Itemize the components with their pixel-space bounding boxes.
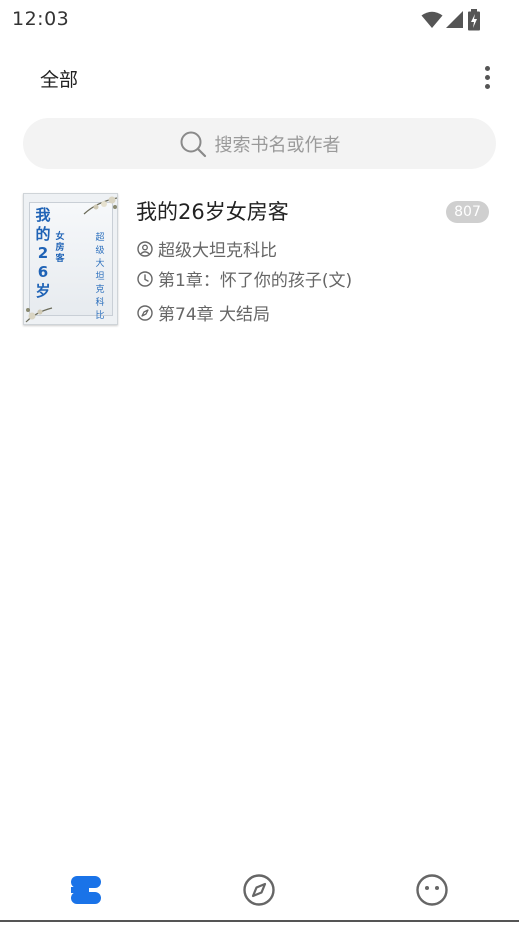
book-author: 超级大坦克科比: [158, 241, 277, 261]
face-icon: [416, 874, 448, 906]
toolbar: 全部: [0, 48, 519, 106]
book-cover: 我的26岁 女房客 超级大坦克科比: [23, 193, 118, 325]
nav-bookshelf[interactable]: [66, 870, 106, 910]
status-icons: [421, 9, 481, 31]
group-title[interactable]: 全部: [40, 65, 78, 92]
bottom-divider: [0, 920, 519, 922]
last-read-row: 第1章：怀了你的孩子(文): [137, 266, 352, 291]
bottom-navigation: [0, 852, 519, 925]
nav-discover[interactable]: [239, 870, 279, 910]
latest-chapter-row: 第74章 大结局: [137, 300, 270, 325]
bookshelf-icon: [71, 876, 101, 904]
search-input[interactable]: 搜索书名或作者: [23, 118, 496, 169]
cover-title: 我的26岁: [35, 206, 51, 300]
cover-author: 超级大坦克科比: [95, 233, 105, 321]
book-title: 我的26岁女房客: [136, 200, 289, 224]
latest-chapter: 第74章 大结局: [158, 305, 271, 325]
more-vertical-icon[interactable]: [474, 60, 500, 94]
unread-count-badge: 807: [446, 201, 489, 223]
search-placeholder: 搜索书名或作者: [214, 134, 341, 156]
cover-flower-decoration: [25, 307, 53, 323]
battery-icon: [468, 9, 480, 31]
cover-flower-decoration: [83, 196, 117, 215]
person-icon: [137, 240, 153, 257]
cover-subtitle: 女房客: [55, 232, 65, 264]
compass-icon: [243, 874, 275, 906]
search-icon: [180, 131, 206, 157]
compass-icon: [137, 304, 153, 321]
status-time: 12:03: [12, 8, 70, 30]
wifi-icon: [421, 11, 443, 28]
nav-profile[interactable]: [412, 870, 452, 910]
book-list-item[interactable]: 我的26岁 女房客 超级大坦克科比 我的26岁女房客 807 超级大坦克科比 第…: [0, 186, 519, 332]
last-read-chapter: 第1章：怀了你的孩子(文): [158, 271, 353, 291]
status-bar: 12:03: [0, 0, 519, 40]
clock-icon: [137, 270, 153, 287]
book-author-row: 超级大坦克科比: [137, 236, 277, 261]
signal-icon: [446, 11, 463, 28]
